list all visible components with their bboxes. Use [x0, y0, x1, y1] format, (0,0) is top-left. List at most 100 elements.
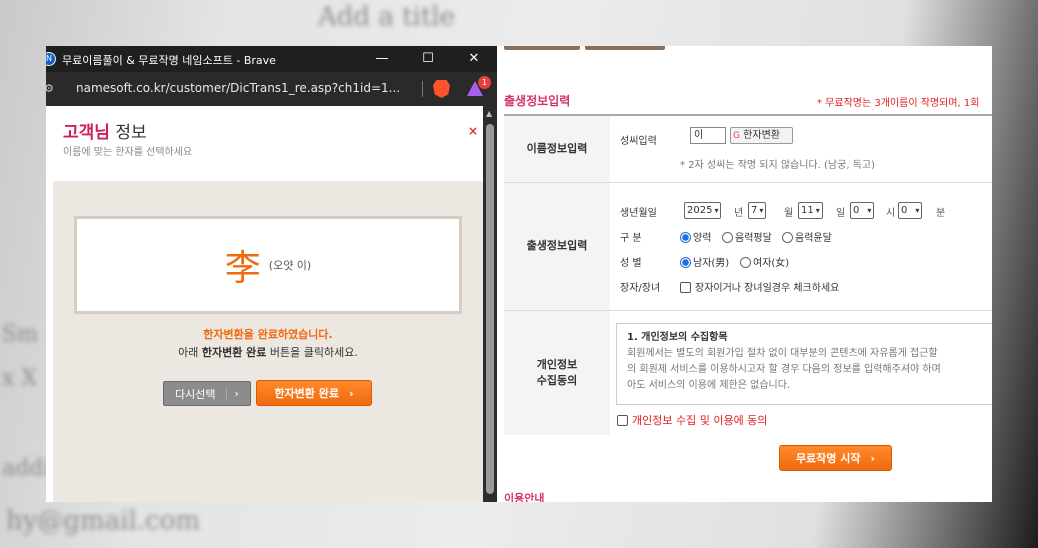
gender-radio-male[interactable]: 남자(男): [680, 254, 729, 269]
main-page: 출생정보입력 * 무료작명는 3개이름이 작명되며, 1회 이름정보입력 성씨입…: [497, 46, 992, 502]
top-tab-button-1[interactable]: [504, 46, 580, 50]
usage-guide-title: 이용안내: [504, 492, 545, 502]
privacy-head: 개인정보 수집동의: [504, 311, 610, 435]
privacy-box-line: 회원께서는 별도의 회원가입 절차 없이 대부분의 콘텐츠에 자유롭게 접근할: [627, 348, 938, 359]
conversion-complete-label: 한자변환 완료: [274, 387, 339, 400]
calendar-option-label: 양력: [693, 233, 712, 244]
scroll-up-icon[interactable]: ▲: [486, 109, 492, 118]
conversion-done-message: 한자변환을 완료하였습니다.: [203, 328, 333, 341]
maximize-button[interactable]: ☐: [406, 46, 450, 72]
day-value: 11: [801, 205, 814, 216]
checkbox-icon: [680, 282, 691, 293]
popup-title: 고객님 정보: [63, 118, 147, 143]
eldest-label: 장자/장녀: [620, 283, 661, 294]
calendar-radio-solar[interactable]: 양력: [680, 229, 711, 244]
year-value: 2025: [687, 205, 713, 216]
background-text-left-3: addi: [2, 456, 51, 481]
guide-bold: 한자변환 완료: [201, 346, 267, 359]
reselect-button[interactable]: 다시선택 ›: [163, 381, 251, 406]
surname-input[interactable]: 이: [690, 127, 726, 144]
calendar-radio-lunar[interactable]: 음력평달: [722, 229, 772, 244]
guide-prefix: 아래: [178, 346, 202, 359]
gender-radio-female[interactable]: 여자(女): [740, 254, 789, 269]
radio-checked-icon: [680, 232, 691, 243]
minute-value: 0: [901, 205, 908, 216]
guide-suffix: 버튼을 클릭하세요.: [266, 346, 358, 359]
chevron-right-icon: ›: [870, 451, 876, 465]
surname-label: 성씨입력: [620, 136, 657, 147]
popup-title-accent: 고객님: [63, 123, 110, 143]
background-text-top: Add a title: [318, 2, 456, 32]
hanja-display-box: 李 (오얏 이): [74, 216, 462, 314]
radio-icon: [722, 232, 733, 243]
conversion-complete-button[interactable]: 한자변환 완료 ›: [256, 380, 372, 406]
eldest-checkbox-label: 장자이거나 장녀일경우 체크하세요: [695, 283, 840, 294]
privacy-box-line: 아도 서비스의 이용에 제한은 없습니다.: [627, 380, 791, 391]
popup-subtitle: 이름에 맞는 한자를 선택하세요: [63, 147, 193, 158]
chevron-down-icon: ▾: [714, 206, 719, 215]
privacy-head-line-1: 개인정보: [536, 357, 578, 371]
section-title: 출생정보입력: [504, 94, 571, 108]
app-icon: N: [46, 52, 56, 66]
window-title: 무료이름풀이 & 무료작명 네임소프트 - Brave: [62, 54, 276, 67]
hanja-result-panel: 李 (오얏 이) 한자변환을 완료하였습니다. 아래 한자변환 완료 버튼을 클…: [53, 181, 483, 502]
start-naming-button[interactable]: 무료작명 시작 ›: [779, 445, 892, 471]
close-icon[interactable]: ×: [468, 124, 478, 138]
minute-unit: 분: [936, 208, 946, 219]
chevron-right-icon: ›: [225, 387, 239, 400]
scroll-thumb[interactable]: [486, 124, 494, 494]
calendar-option-label: 음력윤달: [795, 233, 832, 244]
close-window-button[interactable]: ✕: [452, 46, 496, 72]
calendar-radio-leap[interactable]: 음력윤달: [782, 229, 832, 244]
background-text-left-1: Sm: [2, 322, 38, 347]
chevron-down-icon: ▾: [867, 206, 872, 215]
minimize-button[interactable]: —: [360, 46, 404, 72]
window-titlebar[interactable]: N 무료이름풀이 & 무료작명 네임소프트 - Brave — ☐ ✕: [46, 46, 497, 72]
brave-shields-icon[interactable]: [433, 80, 450, 98]
background-text-left-2: x X: [2, 366, 38, 391]
name-info-body: 성씨입력 이 G 한자변환 * 2자 성씨는 작명 되지 않습니다. (남궁, …: [610, 116, 992, 182]
month-value: 7: [751, 205, 758, 216]
privacy-box-line: 의 회원제 서비스를 이용하시고자 할 경우 다음의 정보를 입력해주셔야 하며: [627, 364, 941, 375]
checkbox-icon: [617, 415, 628, 426]
url-text[interactable]: namesoft.co.kr/customer/DicTrans1_re.asp…: [76, 81, 400, 95]
hanja-convert-button[interactable]: G 한자변환: [730, 127, 793, 144]
toolbar-divider: [422, 81, 423, 97]
birth-date-label: 생년월일: [620, 208, 657, 219]
hanja-convert-icon: G: [733, 131, 740, 141]
hanja-meaning: (오얏 이): [268, 259, 312, 272]
minute-select[interactable]: 0 ▾: [898, 202, 923, 219]
chevron-right-icon: ›: [349, 386, 354, 400]
eldest-checkbox[interactable]: 장자이거나 장녀일경우 체크하세요: [680, 279, 839, 294]
gender-option-label: 남자(男): [693, 258, 730, 269]
privacy-terms-box[interactable]: 1. 개인정보의 수집항목 회원께서는 별도의 회원가입 절차 없이 대부분의 …: [616, 323, 992, 405]
day-unit: 일: [836, 208, 846, 219]
popup-title-rest: 정보: [109, 123, 147, 143]
year-unit: 년: [734, 208, 744, 219]
calendar-label: 구 분: [620, 233, 642, 244]
top-tab-button-2[interactable]: [585, 46, 665, 50]
month-select[interactable]: 7 ▾: [748, 202, 767, 219]
hour-select[interactable]: 0 ▾: [850, 202, 875, 219]
birth-info-row: 출생정보입력 생년월일 2025 ▾ 년 7 ▾ 월 11 ▾ 일 0 ▾ 시 0 ▾ 분…: [504, 183, 992, 311]
vertical-scrollbar[interactable]: ▲: [483, 106, 497, 502]
gender-label: 성 별: [620, 258, 642, 269]
privacy-agree-label: 개인정보 수집 및 이용에 동의: [632, 414, 768, 427]
birth-info-form: 이름정보입력 성씨입력 이 G 한자변환 * 2자 성씨는 작명 되지 않습니다…: [504, 114, 992, 435]
month-unit: 월: [784, 208, 794, 219]
popup-window: N 무료이름풀이 & 무료작명 네임소프트 - Brave — ☐ ✕ ⚙ na…: [46, 46, 497, 502]
popup-content: 고객님 정보 이름에 맞는 한자를 선택하세요 × 李 (오얏 이) 한자변환을…: [46, 106, 483, 502]
chevron-down-icon: ▾: [915, 206, 920, 215]
chevron-down-icon: ▾: [815, 206, 820, 215]
surname-note: * 2자 성씨는 작명 되지 않습니다. (남궁, 독고): [680, 160, 875, 171]
address-bar[interactable]: ⚙ namesoft.co.kr/customer/DicTrans1_re.a…: [46, 72, 497, 106]
day-select[interactable]: 11 ▾: [798, 202, 823, 219]
privacy-agree-checkbox[interactable]: 개인정보 수집 및 이용에 동의: [617, 412, 767, 428]
year-select[interactable]: 2025 ▾: [684, 202, 722, 219]
birth-info-head: 출생정보입력: [504, 183, 610, 310]
name-info-row: 이름정보입력 성씨입력 이 G 한자변환 * 2자 성씨는 작명 되지 않습니다…: [504, 116, 992, 183]
hour-unit: 시: [886, 208, 896, 219]
site-info-icon[interactable]: ⚙: [46, 82, 54, 95]
reselect-label: 다시선택: [175, 387, 216, 401]
start-naming-label: 무료작명 시작: [795, 452, 861, 465]
